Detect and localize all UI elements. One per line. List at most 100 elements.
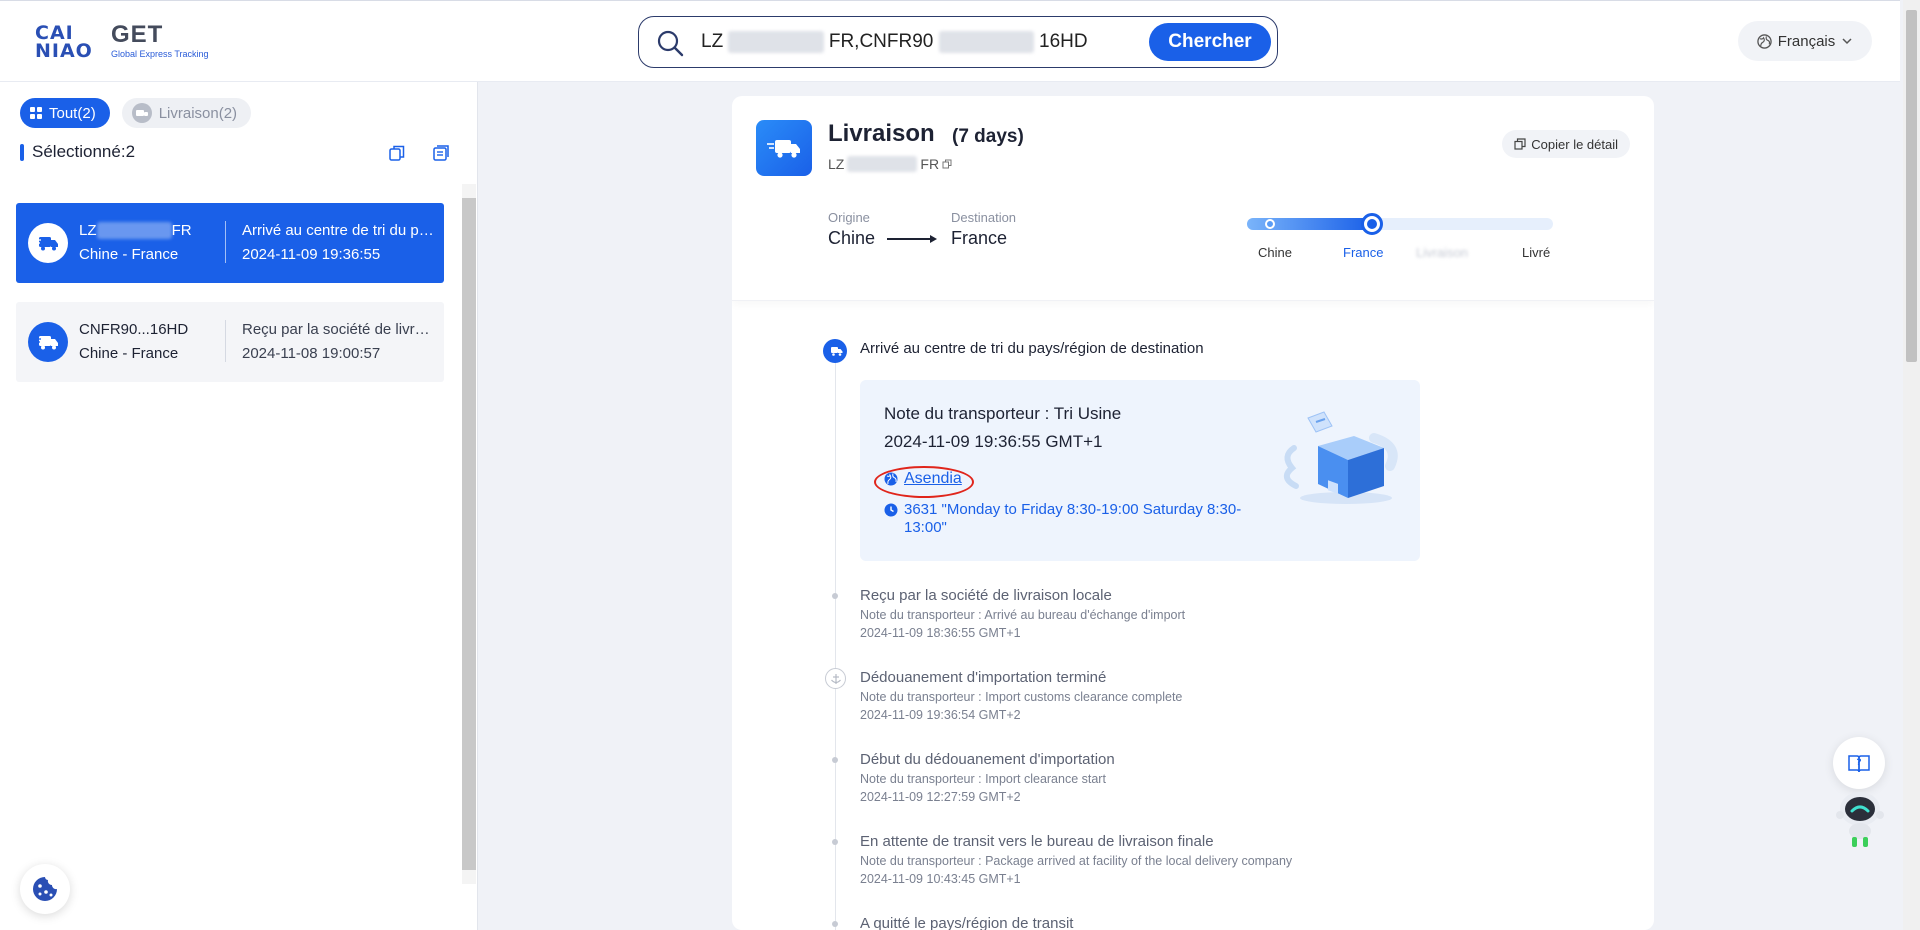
origin-value: Chine <box>828 228 876 248</box>
page-scrollbar-thumb[interactable] <box>1906 10 1917 362</box>
search-icon <box>657 30 684 57</box>
card-datetime: 2024-11-09 19:36:55 <box>242 246 381 263</box>
sidebar-list-background <box>0 184 460 930</box>
cainiao-logo[interactable]: CAI NIAO GET Global Express Tracking <box>33 22 209 62</box>
progress-current-dot <box>1361 213 1384 235</box>
card-route: Chine - France <box>79 246 179 263</box>
clock-icon <box>884 503 898 517</box>
svg-text:?: ? <box>1856 758 1861 768</box>
progress-step-origin: Chine <box>1258 245 1292 260</box>
language-label: Français <box>1777 32 1836 50</box>
card-route: Chine - France <box>79 345 179 362</box>
origin-label: Origine <box>828 210 870 225</box>
current-event-detail-card: Note du transporteur : Tri Usine 2024-11… <box>860 380 1420 561</box>
detail-status-title: Livraison <box>828 120 935 147</box>
card-tracking-number: CNFR90...16HD <box>79 321 189 338</box>
carrier-phone-info: 3631 "Monday to Friday 8:30-19:00 Saturd… <box>884 501 1264 537</box>
carrier-link-label[interactable]: Asendia <box>904 470 962 488</box>
globe-icon <box>884 472 898 486</box>
search-value-prefix1: LZ <box>701 31 724 52</box>
assistant-robot-icon[interactable] <box>1830 785 1890 850</box>
top-header: CAI NIAO GET Global Express Tracking LZ … <box>0 0 1900 82</box>
event-note: Note du transporteur : Package arrived a… <box>860 854 1293 868</box>
event-datetime: 2024-11-09 19:36:54 GMT+2 <box>860 708 1021 722</box>
logo-mark: CAI NIAO <box>33 22 93 62</box>
sidebar-scrollbar-thumb[interactable] <box>462 198 476 870</box>
event-title: Début du dédouanement d'importation <box>860 751 1115 768</box>
tracking-suffix: FR <box>920 156 940 172</box>
search-button[interactable]: Chercher <box>1149 23 1271 61</box>
grid-icon <box>30 107 42 119</box>
event-title: En attente de transit vers le bureau de … <box>860 833 1214 850</box>
progress-step-current: France <box>1343 245 1384 260</box>
card-divider <box>225 221 226 263</box>
truck-icon <box>36 237 58 251</box>
event-title: Reçu par la société de livraison locale <box>860 587 1112 604</box>
event-datetime: 2024-11-09 10:43:45 GMT+1 <box>860 872 1021 886</box>
chevron-down-icon <box>1842 38 1852 45</box>
copy-all-icon[interactable] <box>432 144 450 162</box>
card-avatar <box>28 322 68 362</box>
shipment-card-selected[interactable]: LZ035759937FR Chine - France Arrivé au c… <box>16 203 444 283</box>
card-divider <box>225 320 226 362</box>
selected-accent-bar <box>20 144 24 161</box>
copy-icon[interactable] <box>388 144 406 162</box>
logo-title: GET <box>111 21 164 48</box>
event-title: Dédouanement d'importation terminé <box>860 669 1107 686</box>
card-datetime: 2024-11-08 19:00:57 <box>242 345 381 362</box>
carrier-note: Note du transporteur : Tri Usine <box>884 404 1122 423</box>
filter-chips: Tout(2) Livraison(2) <box>20 98 252 128</box>
selected-count-row: Sélectionné:2 <box>20 142 452 162</box>
filter-delivery[interactable]: Livraison(2) <box>121 98 252 128</box>
detail-summary: Livraison (7 days) LZ 035759937 FR Copie… <box>732 96 1654 301</box>
destination-value: France <box>951 228 1008 248</box>
delivery-progress-bar <box>1247 213 1553 235</box>
copy-icon[interactable] <box>942 159 952 169</box>
search-value-hidden1: 035759937 <box>728 31 824 53</box>
globe-icon <box>1757 33 1772 49</box>
event-title: A quitté le pays/région de transit <box>860 915 1074 930</box>
help-button[interactable]: ? <box>1833 737 1885 789</box>
filter-all[interactable]: Tout(2) <box>20 98 110 128</box>
truck-icon <box>830 346 842 356</box>
card-tracking-number: LZ035759937FR <box>79 222 192 239</box>
card-number-hidden: 035759937 <box>96 222 172 239</box>
event-note: Note du transporteur : Import clearance … <box>860 772 1106 786</box>
shipment-sidebar: Tout(2) Livraison(2) Sélectionné:2 LZ FR… <box>0 82 478 930</box>
package-illustration <box>1283 411 1398 504</box>
detail-days: (7 days) <box>952 126 1024 147</box>
progress-start-dot <box>1265 219 1275 229</box>
current-event-icon <box>823 339 847 363</box>
copy-detail-button[interactable]: Copier le détail <box>1502 130 1630 158</box>
card-status: Reçu par la société de livraison locale <box>242 321 437 338</box>
timeline-event: Dédouanement d'importation terminé Note … <box>860 669 1182 722</box>
search-value-mid: FR,CNFR90 <box>828 31 934 52</box>
search-input[interactable]: LZ 035759937 FR,CNFR90 162093320 16HD <box>701 31 1088 53</box>
anchor-icon <box>830 673 841 684</box>
selected-count: Sélectionné:2 <box>32 142 136 161</box>
event-datetime: 2024-11-09 18:36:55 GMT+1 <box>860 626 1021 640</box>
tracking-hidden: 035759937 <box>847 156 918 172</box>
cookie-icon <box>33 877 57 901</box>
carrier-link[interactable]: Asendia <box>884 470 962 488</box>
detail-tracking-number: LZ 035759937 FR <box>828 156 952 172</box>
card-number-prefix: LZ <box>79 222 97 239</box>
cookie-settings-button[interactable] <box>20 864 70 914</box>
destination-label: Destination <box>951 210 1017 225</box>
filter-all-label: Tout(2) <box>49 104 96 122</box>
timeline-dot <box>832 593 838 599</box>
search-bar[interactable]: LZ 035759937 FR,CNFR90 162093320 16HD Ch… <box>638 16 1278 68</box>
card-avatar <box>28 223 68 263</box>
language-selector[interactable]: Français <box>1738 21 1872 61</box>
logo-subtitle: Global Express Tracking <box>111 49 209 59</box>
event-note: Note du transporteur : Import customs cl… <box>860 690 1183 704</box>
logo-get: GET Global Express Tracking <box>111 23 209 60</box>
shipment-card[interactable]: CNFR90...16HD Chine - France Reçu par la… <box>16 302 444 382</box>
search-value-hidden2: 162093320 <box>938 31 1034 53</box>
page-scrollbar[interactable] <box>1903 0 1920 930</box>
event-note: Note du transporteur : Arrivé au bureau … <box>860 608 1186 622</box>
timeline-event: A quitté le pays/région de transit <box>860 915 1073 930</box>
truck-icon <box>36 336 58 350</box>
tracking-prefix: LZ <box>828 156 845 172</box>
filter-delivery-label: Livraison(2) <box>158 104 238 122</box>
